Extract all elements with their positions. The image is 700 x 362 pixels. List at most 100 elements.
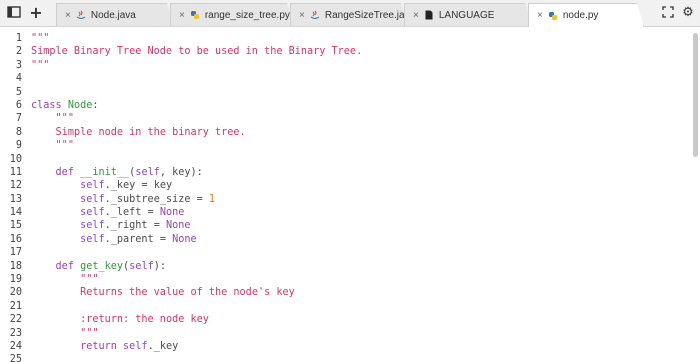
close-tab-icon[interactable]: × bbox=[179, 10, 185, 21]
code-token: None bbox=[165, 220, 191, 232]
new-tab-button[interactable]: + bbox=[28, 3, 44, 22]
line-number: 13 bbox=[9, 193, 22, 205]
code-token: 1 bbox=[208, 193, 216, 205]
code-text: """ bbox=[31, 59, 49, 72]
line-number: 9 bbox=[15, 140, 22, 152]
code-line[interactable]: 9 """ bbox=[0, 139, 690, 152]
code-token: ._key bbox=[147, 340, 179, 352]
code-line[interactable]: 11 def __init__(self, key): bbox=[0, 166, 690, 179]
line-number: 8 bbox=[15, 126, 22, 138]
code-line[interactable]: 5 bbox=[0, 86, 690, 99]
tab-node-py[interactable]: × node.py bbox=[528, 3, 644, 27]
code-text: self._subtree_size = 1 bbox=[31, 193, 215, 206]
line-number: 16 bbox=[9, 233, 22, 245]
code-text: Returns the value of the node's key bbox=[31, 286, 295, 299]
code-token: : bbox=[92, 99, 99, 111]
code-token: Simple node in the binary tree. bbox=[55, 126, 246, 138]
vertical-scrollbar[interactable] bbox=[693, 33, 698, 157]
code-token: """ bbox=[55, 113, 74, 125]
code-token: return bbox=[80, 340, 124, 352]
line-number: 17 bbox=[9, 247, 22, 259]
line-number: 1 bbox=[15, 33, 22, 44]
code-token: self bbox=[123, 340, 148, 352]
tab-node-java[interactable]: × Node.java bbox=[56, 3, 174, 26]
tab-language[interactable]: × LANGUAGE bbox=[404, 3, 532, 26]
code-line[interactable]: 25 bbox=[0, 353, 690, 362]
code-token: get_key bbox=[80, 260, 124, 272]
code-text: def get_key(self): bbox=[31, 260, 166, 273]
code-line[interactable]: 2 Simple Binary Tree Node to be used in t… bbox=[0, 45, 690, 58]
line-number: 19 bbox=[9, 274, 22, 286]
code-token: self bbox=[80, 180, 105, 192]
code-line[interactable]: 19 """ bbox=[0, 273, 690, 286]
code-line[interactable]: 6 class Node: bbox=[0, 99, 690, 112]
line-number: 10 bbox=[9, 153, 22, 165]
code-token: Simple Binary Tree Node to be used in th… bbox=[31, 46, 363, 58]
sidebar-toggle-icon[interactable] bbox=[6, 4, 22, 20]
line-number: 14 bbox=[9, 207, 22, 219]
code-text: """ bbox=[31, 112, 74, 125]
code-line[interactable]: 22 :return: the node key bbox=[0, 313, 690, 326]
tab-label: Node.java bbox=[90, 9, 136, 21]
code-token: ): bbox=[153, 260, 166, 272]
code-line[interactable]: 13 self._subtree_size = 1 bbox=[0, 193, 690, 206]
line-number: 25 bbox=[9, 354, 22, 362]
code-line[interactable]: 7 """ bbox=[0, 112, 690, 125]
code-line[interactable]: 10 bbox=[0, 153, 690, 166]
code-line[interactable]: 20 Returns the value of the node's key bbox=[0, 286, 690, 299]
code-text: """ bbox=[31, 273, 98, 286]
code-line[interactable]: 3 """ bbox=[0, 59, 690, 72]
code-line[interactable]: 21 bbox=[0, 300, 690, 313]
code-token: Node bbox=[67, 99, 93, 111]
line-number: 24 bbox=[9, 340, 22, 352]
java-icon bbox=[310, 10, 320, 20]
code-token: self bbox=[135, 166, 160, 178]
code-token: , key): bbox=[159, 166, 203, 178]
code-editor[interactable]: 1 """ 2 Simple Binary Tree Node to be used … bbox=[0, 27, 700, 362]
code-token: ._right = bbox=[104, 220, 166, 232]
code-token: def bbox=[55, 166, 81, 178]
fullscreen-icon[interactable] bbox=[660, 4, 676, 20]
code-line[interactable]: 18 def get_key(self): bbox=[0, 260, 690, 273]
code-token: Returns the value of the node's key bbox=[80, 287, 295, 299]
close-tab-icon[interactable]: × bbox=[537, 10, 543, 21]
code-line[interactable]: 12 self._key = key bbox=[0, 179, 690, 192]
python-icon bbox=[190, 10, 200, 20]
code-line[interactable]: 15 self._right = None bbox=[0, 219, 690, 232]
code-token: self bbox=[80, 193, 105, 205]
code-line[interactable]: 14 self._left = None bbox=[0, 206, 690, 219]
line-number: 11 bbox=[9, 166, 22, 178]
close-tab-icon[interactable]: × bbox=[413, 10, 419, 21]
code-line[interactable]: 1 """ bbox=[0, 32, 690, 45]
close-tab-icon[interactable]: × bbox=[65, 10, 71, 21]
line-number: 23 bbox=[9, 327, 22, 339]
line-number: 15 bbox=[9, 220, 22, 232]
tab-range-size-tree-py[interactable]: × range_size_tree.py bbox=[170, 3, 294, 26]
code-line[interactable]: 4 bbox=[0, 72, 690, 85]
code-line[interactable]: 16 self._parent = None bbox=[0, 233, 690, 246]
code-token: None bbox=[172, 233, 197, 245]
line-number: 21 bbox=[9, 300, 22, 312]
code-line[interactable]: 24 return self._key bbox=[0, 340, 690, 353]
code-token: def bbox=[55, 260, 81, 272]
close-tab-icon[interactable]: × bbox=[299, 10, 305, 21]
line-number: 7 bbox=[15, 113, 22, 125]
code-line[interactable]: 8 Simple node in the binary tree. bbox=[0, 126, 690, 139]
java-icon bbox=[76, 10, 86, 20]
code-line[interactable]: 17 bbox=[0, 246, 690, 259]
line-number: 22 bbox=[9, 314, 22, 326]
code-token: """ bbox=[80, 327, 99, 339]
code-line[interactable]: 23 """ bbox=[0, 327, 690, 340]
tab-rangesizetree-java[interactable]: × RangeSizeTree.java bbox=[290, 3, 408, 26]
code-token: self bbox=[80, 207, 105, 219]
settings-gear-icon[interactable]: ⚙ bbox=[680, 4, 696, 20]
